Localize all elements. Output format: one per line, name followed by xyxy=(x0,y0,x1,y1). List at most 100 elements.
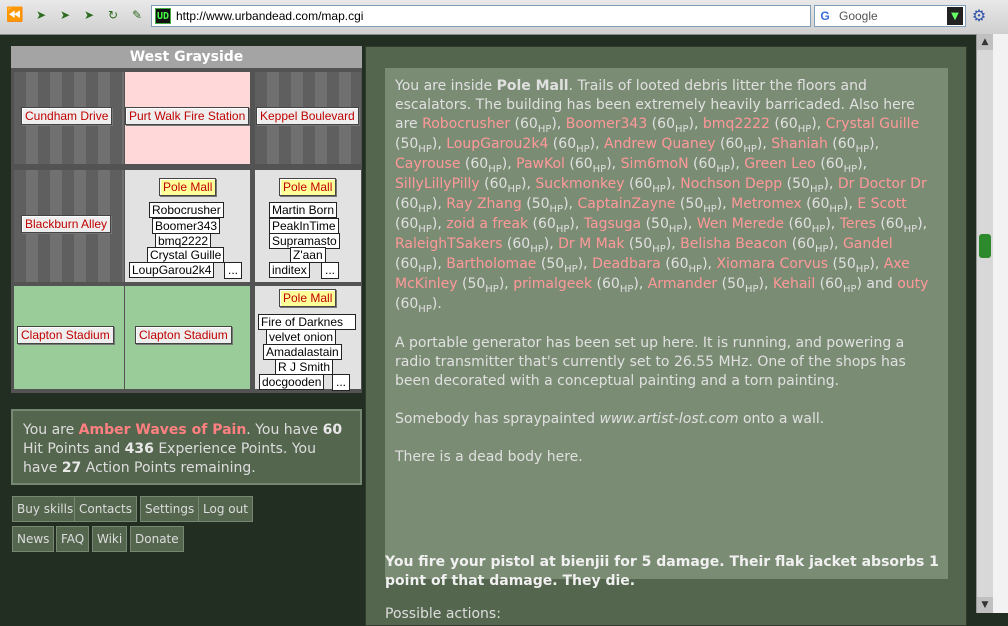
survivor-link[interactable]: CaptainZayne xyxy=(577,196,675,212)
survivor-link[interactable]: Xiomara Corvus xyxy=(716,256,828,272)
stop-icon[interactable]: ↻ xyxy=(104,7,122,23)
survivor-link[interactable]: Tagsuga xyxy=(584,216,641,232)
survivor-link[interactable]: E Scott xyxy=(857,196,906,212)
survivor-name[interactable]: Crystal Guille xyxy=(147,247,225,263)
location-button-clapton-stadium[interactable]: Clapton Stadium xyxy=(135,326,232,344)
map-cell-pole-mall: Pole Mall Fire of Darknes velvet onion A… xyxy=(255,286,361,391)
survivor-link[interactable]: SillyLillyPilly xyxy=(395,176,480,192)
survivor-link[interactable]: zoid a freak xyxy=(446,216,528,232)
scroll-thumb[interactable] xyxy=(979,234,991,258)
location-button-pole-mall[interactable]: Pole Mall xyxy=(279,289,337,307)
survivor-name[interactable]: Z'aan xyxy=(290,247,326,263)
survivor-link[interactable]: primalgeek xyxy=(513,276,592,292)
hp-unit: HP xyxy=(592,164,607,175)
survivor-link[interactable]: Sim6moN xyxy=(621,156,689,172)
search-input[interactable]: Google xyxy=(839,9,878,23)
url-bar[interactable]: UD http://www.urbandead.com/map.cgi ? ▼ xyxy=(151,5,958,27)
survivor-link[interactable]: Crystal Guille xyxy=(826,116,920,132)
search-go-icon[interactable]: ▼ xyxy=(947,7,963,25)
survivor-hp: 50 xyxy=(837,256,856,272)
location-button-pole-mall[interactable]: Pole Mall xyxy=(159,178,217,196)
survivor-link[interactable]: Shaniah xyxy=(771,136,828,152)
location-button-clapton-stadium[interactable]: Clapton Stadium xyxy=(17,326,114,344)
survivor-link[interactable]: Metromex xyxy=(731,196,802,212)
forward-icon[interactable]: ➤ xyxy=(32,7,50,23)
desc-text: You are inside xyxy=(395,78,497,94)
survivor-name[interactable]: R J Smith xyxy=(275,359,334,375)
survivor-link[interactable]: Boomer343 xyxy=(566,116,647,132)
donate-button[interactable]: Donate xyxy=(130,526,184,552)
url-text[interactable]: http://www.urbandead.com/map.cgi xyxy=(176,9,363,23)
google-icon: G xyxy=(820,9,830,23)
home-icon[interactable]: ✎ xyxy=(128,7,146,23)
location-button-fire-station[interactable]: Purt Walk Fire Station xyxy=(125,107,250,125)
more-survivors-button[interactable]: ... xyxy=(224,262,242,279)
survivor-name[interactable]: docgooden xyxy=(259,374,325,390)
buy-skills-button[interactable]: Buy skills xyxy=(12,496,79,522)
survivor-link[interactable]: LoupGarou2k4 xyxy=(446,136,548,152)
survivor-link[interactable]: Teres xyxy=(840,216,876,232)
survivor-link[interactable]: Green Leo xyxy=(744,156,816,172)
back-icon[interactable]: ⏪ xyxy=(6,7,24,23)
survivor-name[interactable]: LoupGarou2k4 xyxy=(129,262,215,278)
graffiti-paragraph: Somebody has spraypainted www.artist-los… xyxy=(395,410,938,429)
survivor-hp: 60 xyxy=(400,196,419,212)
survivor-name[interactable]: Robocrusher xyxy=(149,202,224,218)
survivor-name[interactable]: Martin Born xyxy=(269,202,338,218)
more-survivors-button[interactable]: ... xyxy=(332,374,350,391)
hp-unit: HP xyxy=(674,124,689,135)
survivor-name[interactable]: PeakInTime xyxy=(269,218,339,234)
survivor-link[interactable]: Robocrusher xyxy=(422,116,510,132)
scroll-down-icon[interactable]: ▼ xyxy=(977,597,993,613)
survivor-link[interactable]: Armander xyxy=(648,276,717,292)
faq-button[interactable]: FAQ xyxy=(56,526,90,552)
location-button-pole-mall[interactable]: Pole Mall xyxy=(279,178,337,196)
survivor-link[interactable]: Suckmonkey xyxy=(535,176,624,192)
wiki-button[interactable]: Wiki xyxy=(92,526,128,552)
survivor-hp: 60 xyxy=(825,276,843,292)
survivor-link[interactable]: PawKol xyxy=(516,156,565,172)
forward-icon[interactable]: ➤ xyxy=(56,7,74,23)
survivor-name[interactable]: Amadalastain xyxy=(263,344,342,360)
survivor-link[interactable]: Kehail xyxy=(773,276,815,292)
location-button-blackburn-alley[interactable]: Blackburn Alley xyxy=(21,215,112,233)
survivor-name[interactable]: Boomer343 xyxy=(152,218,221,234)
scroll-up-icon[interactable]: ▲ xyxy=(977,34,993,50)
survivor-name[interactable]: velvet onion xyxy=(266,329,337,345)
survivor-link[interactable]: RaleighTSakers xyxy=(395,236,502,252)
survivor-link[interactable]: Deadbara xyxy=(592,256,661,272)
survivor-hp: 60 xyxy=(657,116,675,132)
survivor-link[interactable]: bmq2222 xyxy=(703,116,770,132)
contacts-button[interactable]: Contacts xyxy=(74,496,137,522)
survivor-name[interactable]: Fire of Darknes xyxy=(258,314,356,330)
survivor-link[interactable]: Dr M Mak xyxy=(558,236,624,252)
survivor-hp: 50 xyxy=(651,216,669,232)
news-button[interactable]: News xyxy=(12,526,55,552)
page-scrollbar[interactable]: ▲ ▼ xyxy=(976,34,993,613)
settings-button[interactable]: Settings xyxy=(140,496,200,522)
survivor-link[interactable]: Bartholomae xyxy=(446,256,536,272)
action-points: 27 xyxy=(61,460,82,476)
location-button-keppel-boulevard[interactable]: Keppel Boulevard xyxy=(256,107,359,125)
survivor-link[interactable]: Gandel xyxy=(843,236,893,252)
survivor-link[interactable]: Cayrouse xyxy=(395,156,460,172)
survivor-link[interactable]: Belisha Beacon xyxy=(680,236,787,252)
map-cell-stadium: Clapton Stadium xyxy=(14,286,124,389)
reload-icon[interactable]: ➤ xyxy=(80,7,98,23)
gear-icon[interactable]: ⚙ xyxy=(970,7,988,25)
location-button-cundham-drive[interactable]: Cundham Drive xyxy=(21,107,113,125)
attack-message: You fire your pistol at bienjii for 5 da… xyxy=(385,554,939,589)
survivor-link[interactable]: Andrew Quaney xyxy=(604,136,716,152)
log-out-button[interactable]: Log out xyxy=(198,496,253,522)
main-pane: You are inside Pole Mall. Trails of loot… xyxy=(365,46,967,626)
hp-unit: HP xyxy=(744,284,759,295)
survivor-name[interactable]: inditex xyxy=(269,262,310,278)
search-box[interactable]: G Google ▼ xyxy=(814,5,966,27)
survivor-link[interactable]: Nochson Depp xyxy=(680,176,782,192)
survivor-link[interactable]: Dr Doctor Dr xyxy=(838,176,927,192)
survivor-link[interactable]: Wen Merede xyxy=(697,216,784,232)
more-survivors-button[interactable]: ... xyxy=(321,262,339,279)
survivor-link[interactable]: outy xyxy=(897,276,928,292)
survivor-link[interactable]: Ray Zhang xyxy=(446,196,522,212)
player-name[interactable]: Amber Waves of Pain xyxy=(79,422,247,438)
